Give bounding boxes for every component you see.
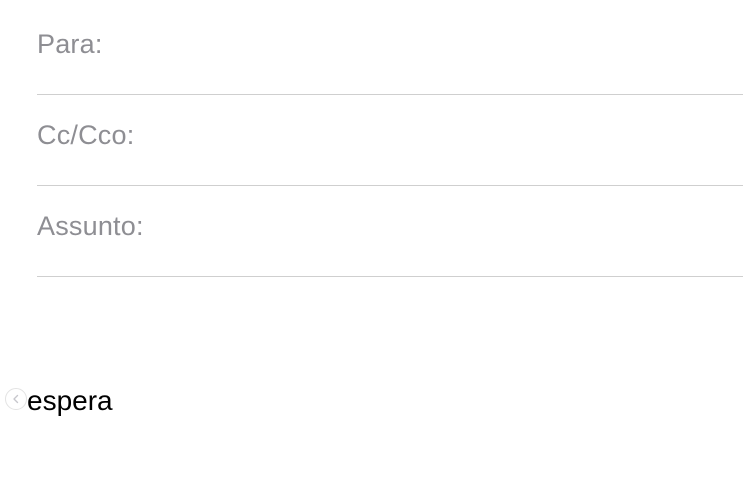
mail-compose-form: Para: Cc/Cco: Assunto: espera [0,0,743,497]
cc-bcc-input[interactable] [187,118,733,154]
subject-label: Assunto: [37,211,144,241]
subject-input[interactable] [187,209,733,245]
cc-bcc-label: Cc/Cco: [37,120,135,150]
message-body-text: espera [27,385,113,416]
cc-bcc-field[interactable]: Cc/Cco: [37,96,743,186]
message-body[interactable]: espera [0,278,743,497]
to-field[interactable]: Para: [37,5,743,95]
to-input[interactable] [187,27,733,63]
chevron-left-icon[interactable] [5,388,27,410]
to-label: Para: [37,29,103,59]
subject-field[interactable]: Assunto: [37,187,743,277]
